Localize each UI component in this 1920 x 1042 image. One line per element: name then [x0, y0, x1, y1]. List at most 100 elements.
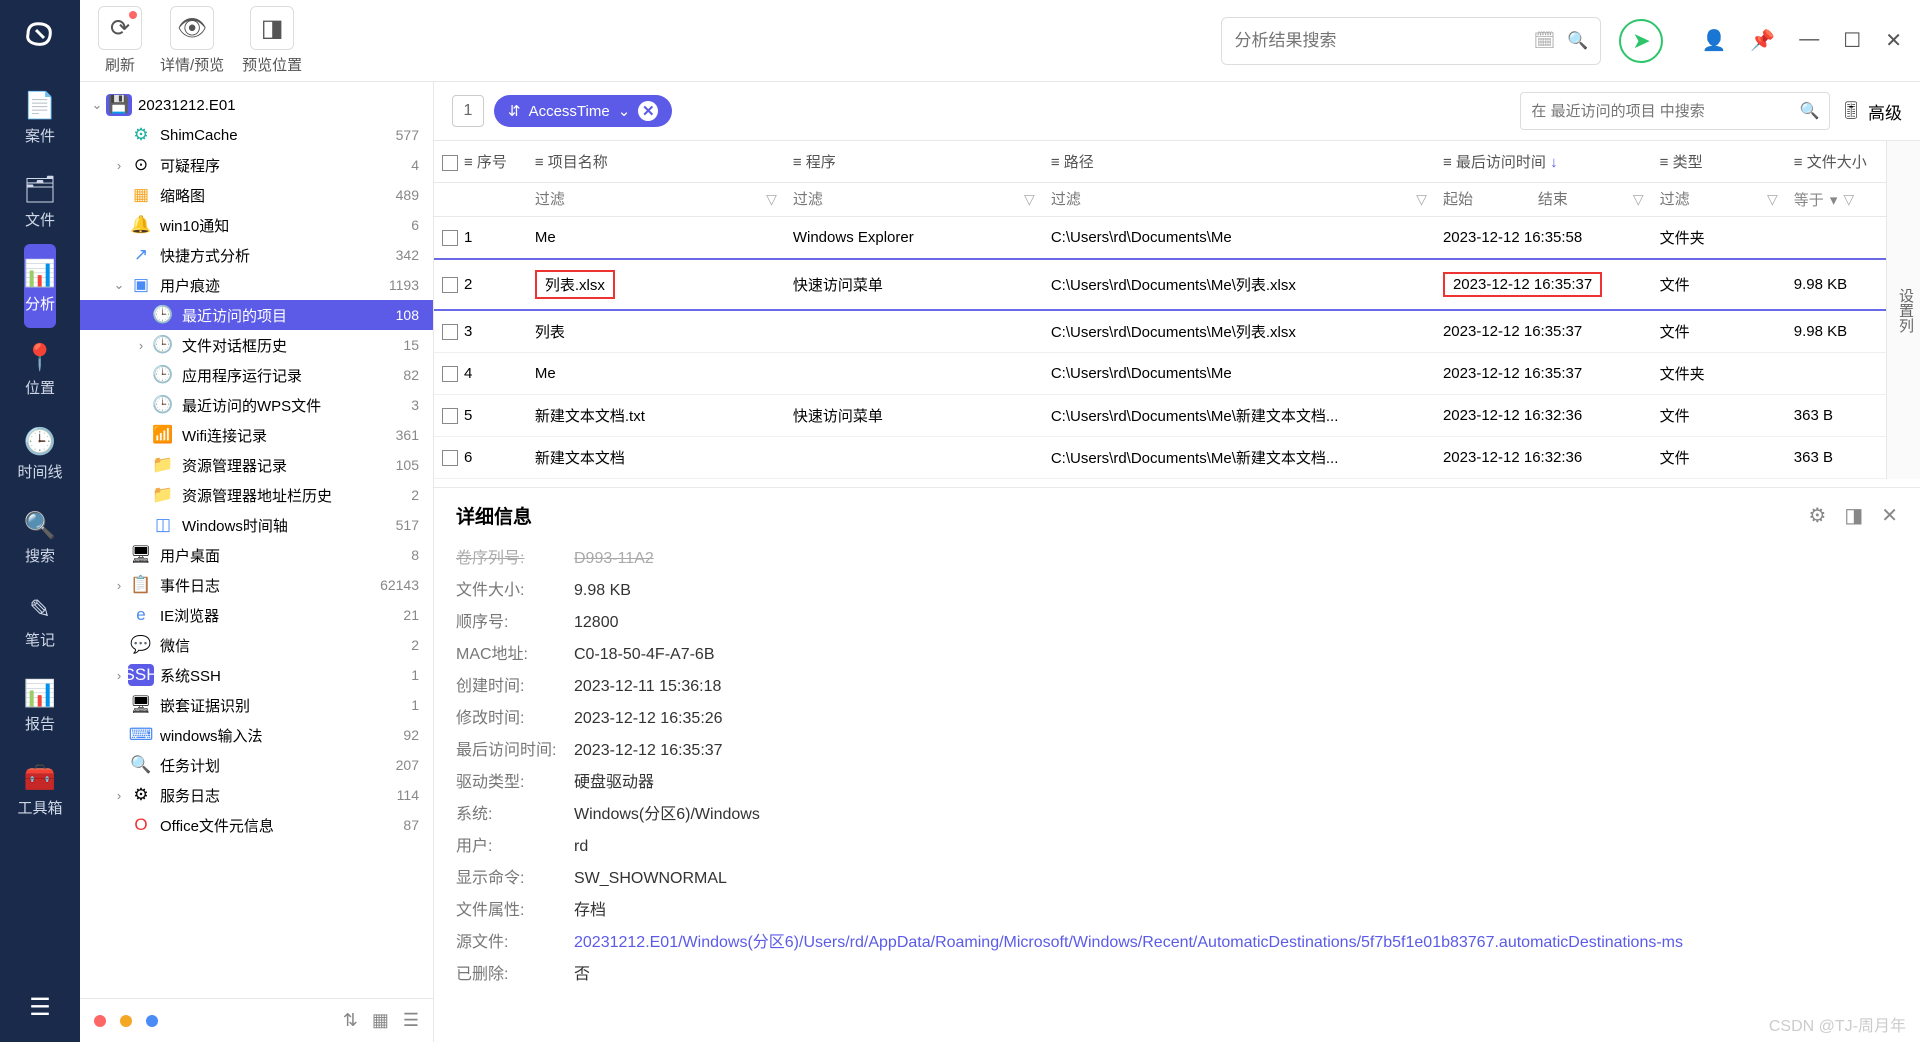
funnel-icon: ▽: [766, 191, 777, 208]
search-icon[interactable]: 🔍: [1799, 101, 1819, 121]
search-input[interactable]: [1234, 31, 1521, 51]
tree-item[interactable]: 🕒应用程序运行记录82: [80, 360, 433, 390]
refresh-button[interactable]: ⟳ 刷新: [98, 6, 142, 75]
col-path[interactable]: ≡ 路径: [1043, 141, 1435, 183]
sort-icon[interactable]: ⇅: [343, 1010, 358, 1031]
filter-start[interactable]: [1443, 191, 1532, 208]
detail-preview-button[interactable]: 👁 详情/预览: [160, 6, 224, 75]
pin-icon[interactable]: 📌: [1750, 28, 1775, 53]
col-seq[interactable]: ≡ 序号: [434, 141, 527, 183]
tree-item[interactable]: OOffice文件元信息87: [80, 810, 433, 840]
tree-item[interactable]: 📁资源管理器地址栏历史2: [80, 480, 433, 510]
filter-path[interactable]: [1051, 191, 1410, 208]
tree-root[interactable]: ⌄ 💾 20231212.E01: [80, 90, 433, 120]
status-dot-blue: [146, 1015, 158, 1027]
funnel-icon: ▽: [1024, 191, 1035, 208]
search-icon[interactable]: 🔍: [1567, 31, 1588, 51]
row-checkbox[interactable]: [442, 324, 458, 340]
user-icon[interactable]: 👤: [1701, 28, 1726, 53]
table-search[interactable]: 🔍: [1520, 92, 1830, 130]
filter-name[interactable]: [535, 191, 760, 208]
tree-item[interactable]: ›🕒文件对话框历史15: [80, 330, 433, 360]
row-checkbox[interactable]: [442, 408, 458, 424]
details-panel: 详细信息 ⚙ ◨ ✕ 卷序列号:D993-11A2文件大小:9.98 KB顺序号…: [434, 487, 1920, 1042]
row-checkbox[interactable]: [442, 277, 458, 293]
column-settings-tab[interactable]: 设置列: [1886, 141, 1920, 479]
eye-slash-icon: 👁: [177, 14, 207, 43]
global-search[interactable]: 🗓 🔍: [1221, 17, 1601, 65]
table-row[interactable]: 3列表C:\Users\rd\Documents\Me\列表.xlsx2023-…: [434, 310, 1920, 353]
close-icon[interactable]: ✕: [1885, 28, 1902, 53]
tree-item[interactable]: 🔍任务计划207: [80, 750, 433, 780]
maximize-icon[interactable]: ☐: [1843, 28, 1861, 53]
nav-item-分析[interactable]: 📊分析: [24, 244, 56, 328]
tree-icon: 🔔: [128, 214, 154, 236]
tree-item[interactable]: ⌨windows输入法92: [80, 720, 433, 750]
nav-item-工具箱[interactable]: 🧰工具箱: [16, 748, 64, 832]
minimize-icon[interactable]: —: [1799, 28, 1819, 53]
list-icon[interactable]: ☰: [403, 1010, 419, 1031]
col-prog[interactable]: ≡ 程序: [785, 141, 1043, 183]
tree-item[interactable]: ◫Windows时间轴517: [80, 510, 433, 540]
col-type[interactable]: ≡ 类型: [1652, 141, 1786, 183]
table-search-input[interactable]: [1531, 103, 1799, 120]
tree-item[interactable]: 📶Wifi连接记录361: [80, 420, 433, 450]
tree-item[interactable]: ↗快捷方式分析342: [80, 240, 433, 270]
tree-item[interactable]: ▦缩略图489: [80, 180, 433, 210]
nav-item-时间线[interactable]: 🕒时间线: [16, 412, 64, 496]
tree-item[interactable]: ⌄▣用户痕迹1193: [80, 270, 433, 300]
table-row[interactable]: 4MeC:\Users\rd\Documents\Me2023-12-12 16…: [434, 353, 1920, 395]
tree-item[interactable]: ⚙ShimCache577: [80, 120, 433, 150]
tree-icon: SSH: [128, 664, 154, 686]
tree-item[interactable]: ›📋事件日志62143: [80, 570, 433, 600]
tree-item[interactable]: 🖥嵌套证据识别1: [80, 690, 433, 720]
calendar-icon[interactable]: 🗓: [1534, 31, 1556, 51]
send-icon: ➤: [1632, 28, 1650, 54]
table-row[interactable]: 1MeWindows ExplorerC:\Users\rd\Documents…: [434, 217, 1920, 260]
preview-pos-button[interactable]: ◨ 预览位置: [242, 6, 302, 75]
panel-icon[interactable]: ◨: [1844, 503, 1863, 528]
grid-icon[interactable]: ▦: [372, 1010, 389, 1031]
table-row[interactable]: 5新建文本文档.txt快速访问菜单C:\Users\rd\Documents\M…: [434, 395, 1920, 437]
nav-item-位置[interactable]: 📍位置: [16, 328, 64, 412]
row-checkbox[interactable]: [442, 450, 458, 466]
detail-row: 用户:rd: [456, 831, 1898, 863]
filter-end[interactable]: [1538, 191, 1627, 208]
row-checkbox[interactable]: [442, 366, 458, 382]
nav-hamburger-icon[interactable]: ☰: [29, 973, 51, 1042]
row-checkbox[interactable]: [442, 230, 458, 246]
filter-prog[interactable]: [793, 191, 1018, 208]
gear-icon[interactable]: ⚙: [1808, 503, 1826, 528]
tree-item[interactable]: 🔔win10通知6: [80, 210, 433, 240]
tree-item[interactable]: 📁资源管理器记录105: [80, 450, 433, 480]
tree-item[interactable]: ›SSH系统SSH1: [80, 660, 433, 690]
tree-item[interactable]: ›⊙可疑程序4: [80, 150, 433, 180]
nav-item-报告[interactable]: 📊报告: [16, 664, 64, 748]
tree-item[interactable]: 🖥用户桌面8: [80, 540, 433, 570]
count-box[interactable]: 1: [452, 95, 484, 127]
tree-item[interactable]: 🕒最近访问的WPS文件3: [80, 390, 433, 420]
nav-item-文件[interactable]: 🗂文件: [16, 160, 64, 244]
col-atime[interactable]: ≡ 最后访问时间 ↓: [1435, 141, 1652, 183]
status-dot-orange: [120, 1015, 132, 1027]
table-row[interactable]: 2列表.xlsx快速访问菜单C:\Users\rd\Documents\Me\列…: [434, 259, 1920, 310]
table-row[interactable]: 6新建文本文档C:\Users\rd\Documents\Me\新建文本文档..…: [434, 437, 1920, 479]
nav-icon: 🧰: [16, 762, 64, 793]
remove-filter-icon[interactable]: ✕: [638, 101, 658, 121]
tree-icon: ↗: [128, 244, 154, 266]
nav-item-搜索[interactable]: 🔍搜索: [16, 496, 64, 580]
tree-item[interactable]: eIE浏览器21: [80, 600, 433, 630]
tree-icon: 🖥: [128, 694, 154, 716]
tree-item[interactable]: 💬微信2: [80, 630, 433, 660]
nav-item-笔记[interactable]: ✎笔记: [16, 580, 64, 664]
tree-item[interactable]: 🕒最近访问的项目108: [80, 300, 433, 330]
advanced-button[interactable]: 🎚 高级: [1840, 99, 1902, 124]
tree-item[interactable]: ›⚙服务日志114: [80, 780, 433, 810]
close-panel-icon[interactable]: ✕: [1881, 503, 1898, 528]
filter-pill[interactable]: ⇵ AccessTime ⌄ ✕: [494, 95, 672, 127]
nav-icon: 🕒: [16, 426, 64, 457]
send-button[interactable]: ➤: [1619, 19, 1663, 63]
nav-item-案件[interactable]: 📄案件: [16, 76, 64, 160]
filter-type[interactable]: [1660, 191, 1761, 208]
col-name[interactable]: ≡ 项目名称: [527, 141, 785, 183]
